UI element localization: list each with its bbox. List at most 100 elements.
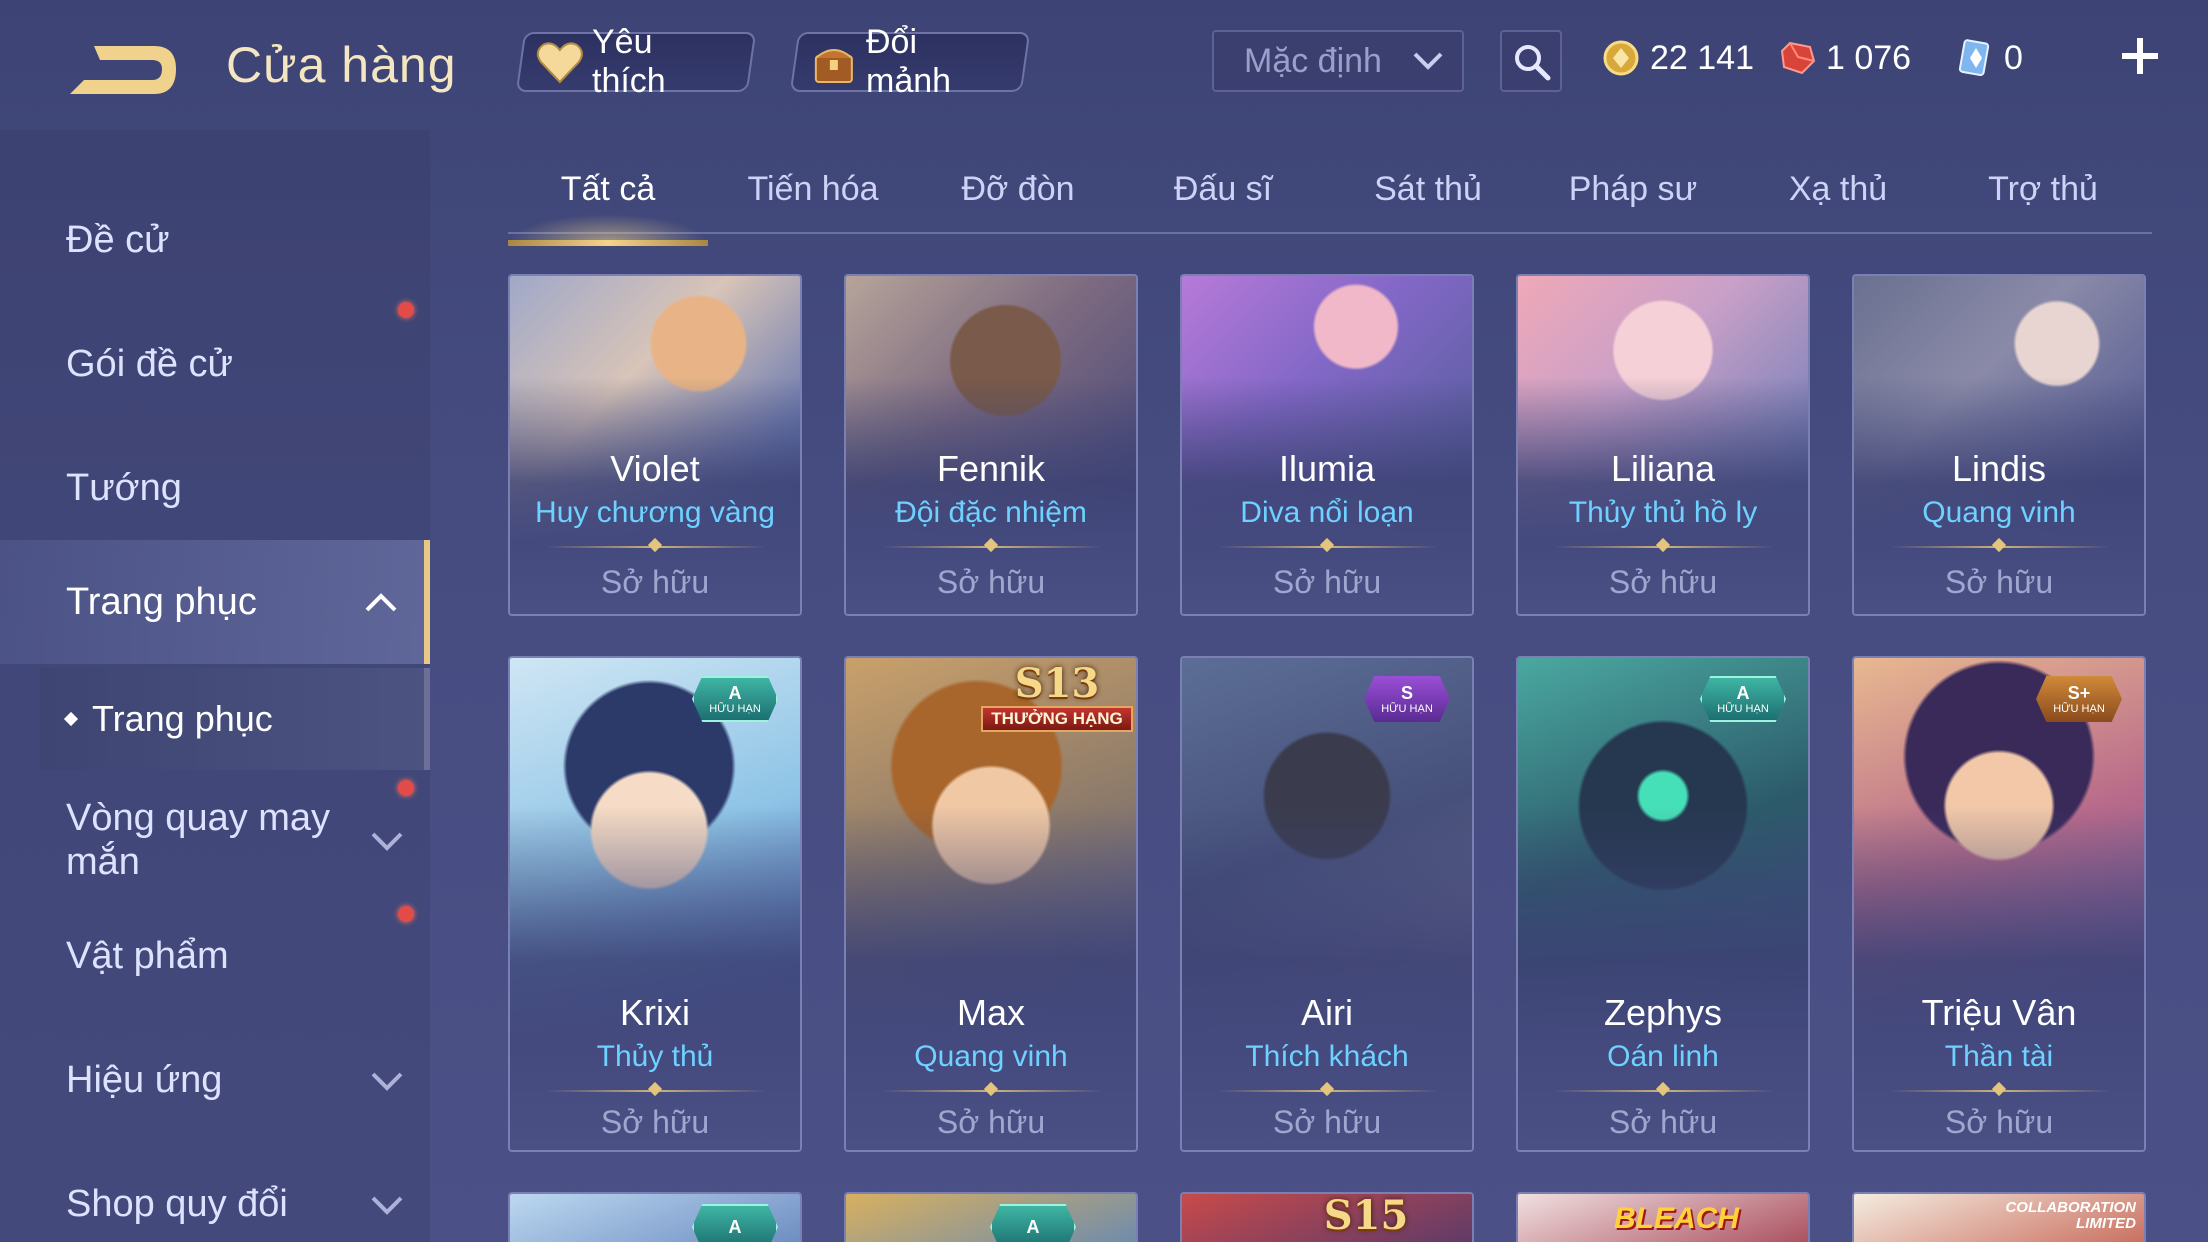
tab-assassin[interactable]: Sát thủ: [1328, 170, 1528, 209]
hero-name: Zephys: [1603, 992, 1723, 1033]
skin-name: Đội đặc nhiệm: [895, 496, 1087, 529]
rarity-badge: A HỮU HẠN: [1700, 676, 1786, 722]
skin-card[interactable]: Ilumia Diva nổi loạn Sở hữu: [1180, 274, 1474, 616]
sidebar-item-label: Vật phẩm: [66, 934, 229, 977]
back-arrow-icon[interactable]: [64, 36, 180, 102]
sidebar-item-items[interactable]: Vật phẩm: [0, 916, 430, 996]
sidebar-subitem-label: Trang phục: [92, 698, 273, 739]
badge-grade: A: [1026, 1217, 1040, 1237]
bleach-collab-logo: BLEACH: [1614, 1202, 1739, 1235]
badge-label: HỮU HẠN: [709, 702, 761, 715]
sidebar-item-label: Hiệu ứng: [66, 1058, 223, 1101]
tab-label: Sát thủ: [1374, 170, 1482, 208]
rarity-badge: S+ HỮU HẠN: [2036, 676, 2122, 722]
rarity-badge: A: [692, 1204, 778, 1242]
skin-card[interactable]: Violet Huy chương vàng Sở hữu: [508, 274, 802, 616]
chevron-down-icon: [1413, 52, 1443, 70]
crystal-card-icon: [1958, 39, 1990, 77]
heart-icon: [536, 42, 583, 84]
skin-card[interactable]: A HỮU HẠN Zephys Oán linh Sở hữu: [1516, 656, 1810, 1152]
skin-card[interactable]: BLEACH: [1516, 1192, 1810, 1242]
sidebar-subitem-skins[interactable]: Trang phục: [40, 668, 430, 770]
crystal-amount: 0: [2004, 38, 2023, 77]
sidebar-item-label: Shop quy đổi: [66, 1182, 288, 1225]
sidebar-item-exchange-shop[interactable]: Shop quy đổi: [0, 1164, 430, 1242]
skin-card[interactable]: COLLABORATION LIMITED: [1852, 1192, 2146, 1242]
card-divider: [546, 546, 766, 548]
skin-card[interactable]: Fennik Đội đặc nhiệm Sở hữu: [844, 274, 1138, 616]
tab-tank[interactable]: Đỡ đòn: [918, 170, 1118, 209]
skin-card[interactable]: S+ HỮU HẠN Triệu Vân Thần tài Sở hữu: [1852, 656, 2146, 1152]
rarity-badge: A HỮU HẠN: [692, 676, 778, 722]
tab-fighter[interactable]: Đấu sĩ: [1123, 170, 1323, 209]
sidebar-item-heroes[interactable]: Tướng: [0, 448, 430, 528]
notification-dot: [398, 302, 414, 318]
notification-dot: [398, 906, 414, 922]
gold-coin-icon: [1603, 40, 1639, 76]
plus-icon[interactable]: [2118, 34, 2162, 78]
skin-card[interactable]: Liliana Thủy thủ hồ ly Sở hữu: [1516, 274, 1810, 616]
tab-mage[interactable]: Pháp sư: [1533, 170, 1733, 209]
card-divider: [1218, 546, 1438, 548]
sidebar-item-lucky-spin[interactable]: Vòng quay may mắn: [0, 780, 430, 900]
owned-status: Sở hữu: [936, 1104, 1046, 1140]
tab-label: Tất cả: [560, 170, 656, 208]
owned-status: Sở hữu: [600, 1104, 710, 1140]
sidebar-item-label: Trang phục: [66, 580, 257, 623]
sidebar-item-effects[interactable]: Hiệu ứng: [0, 1040, 430, 1120]
tab-marksman[interactable]: Xạ thủ: [1738, 170, 1938, 209]
skin-card[interactable]: S15: [1180, 1192, 1474, 1242]
exchange-shards-button[interactable]: Đổi mảnh: [789, 23, 1031, 100]
card-divider: [882, 1090, 1102, 1092]
hero-name: Liliana: [1610, 448, 1716, 489]
skin-grid: Violet Huy chương vàng Sở hữu Fennik Đội…: [508, 274, 2152, 1242]
tab-all[interactable]: Tất cả: [508, 170, 708, 246]
sidebar-item-recommended[interactable]: Đề cử: [0, 200, 430, 280]
skin-artwork: [846, 1194, 1136, 1242]
sort-value: Mặc định: [1244, 41, 1382, 80]
notification-dot: [398, 780, 414, 796]
skin-card[interactable]: A: [508, 1192, 802, 1242]
role-tabs: Tất cả Tiến hóa Đỡ đòn Đấu sĩ Sát thủ Ph…: [508, 160, 2152, 246]
chevron-up-icon: [365, 593, 397, 612]
season-number: S15: [1323, 1192, 1409, 1239]
hero-name: Lindis: [1951, 448, 2047, 489]
season-number: S13: [1014, 660, 1100, 707]
skin-card[interactable]: S13 THƯỞNG HẠNG Max Quang vinh Sở hữu: [844, 656, 1138, 1152]
skin-card[interactable]: A HỮU HẠN Krixi Thủy thủ Sở hữu: [508, 656, 802, 1152]
skin-name: Quang vinh: [1922, 496, 2076, 529]
hero-name: Fennik: [936, 448, 1046, 489]
skin-card[interactable]: S HỮU HẠN Airi Thích khách Sở hữu: [1180, 656, 1474, 1152]
card-divider: [1554, 546, 1774, 548]
season-reward-badge: S15: [1306, 1194, 1426, 1242]
skin-card[interactable]: Lindis Quang vinh Sở hữu: [1852, 274, 2146, 616]
voucher-balance: 1 076: [1780, 36, 1911, 80]
skin-card[interactable]: A: [844, 1192, 1138, 1242]
search-icon: [1515, 45, 1551, 81]
badge-label: HỮU HẠN: [1717, 702, 1769, 715]
search-button[interactable]: [1500, 30, 1562, 92]
chevron-down-icon: [371, 1196, 403, 1215]
chevron-down-icon: [371, 832, 403, 851]
page-title: Cửa hàng: [226, 37, 457, 93]
skin-name: Thủy thủ hồ ly: [1568, 496, 1758, 529]
exchange-shards-label: Đổi mảnh: [866, 23, 952, 100]
skin-name: Thích khách: [1245, 1040, 1409, 1073]
favorites-button[interactable]: Yêu thích: [515, 23, 757, 100]
tab-label: Tiến hóa: [747, 170, 879, 208]
skin-name: Thần tài: [1944, 1040, 2054, 1073]
season-reward-badge: S13 THƯỞNG HẠNG: [978, 662, 1136, 740]
tab-evolution[interactable]: Tiến hóa: [713, 170, 913, 209]
sort-dropdown[interactable]: Mặc định: [1212, 30, 1464, 92]
owned-status: Sở hữu: [1944, 1104, 2054, 1140]
skin-name: Thủy thủ: [596, 1040, 714, 1073]
sidebar-item-bundles[interactable]: Gói đề cử: [0, 324, 430, 404]
treasure-chest-icon: [814, 49, 853, 83]
season-label: THƯỞNG HẠNG: [981, 706, 1133, 732]
voucher-amount: 1 076: [1826, 38, 1912, 77]
tab-support[interactable]: Trợ thủ: [1943, 170, 2143, 209]
badge-grade: S+: [2067, 682, 2091, 703]
rarity-badge: S HỮU HẠN: [1364, 676, 1450, 722]
sidebar-item-skins[interactable]: Trang phục: [0, 540, 430, 664]
hero-name: Ilumia: [1278, 448, 1376, 489]
